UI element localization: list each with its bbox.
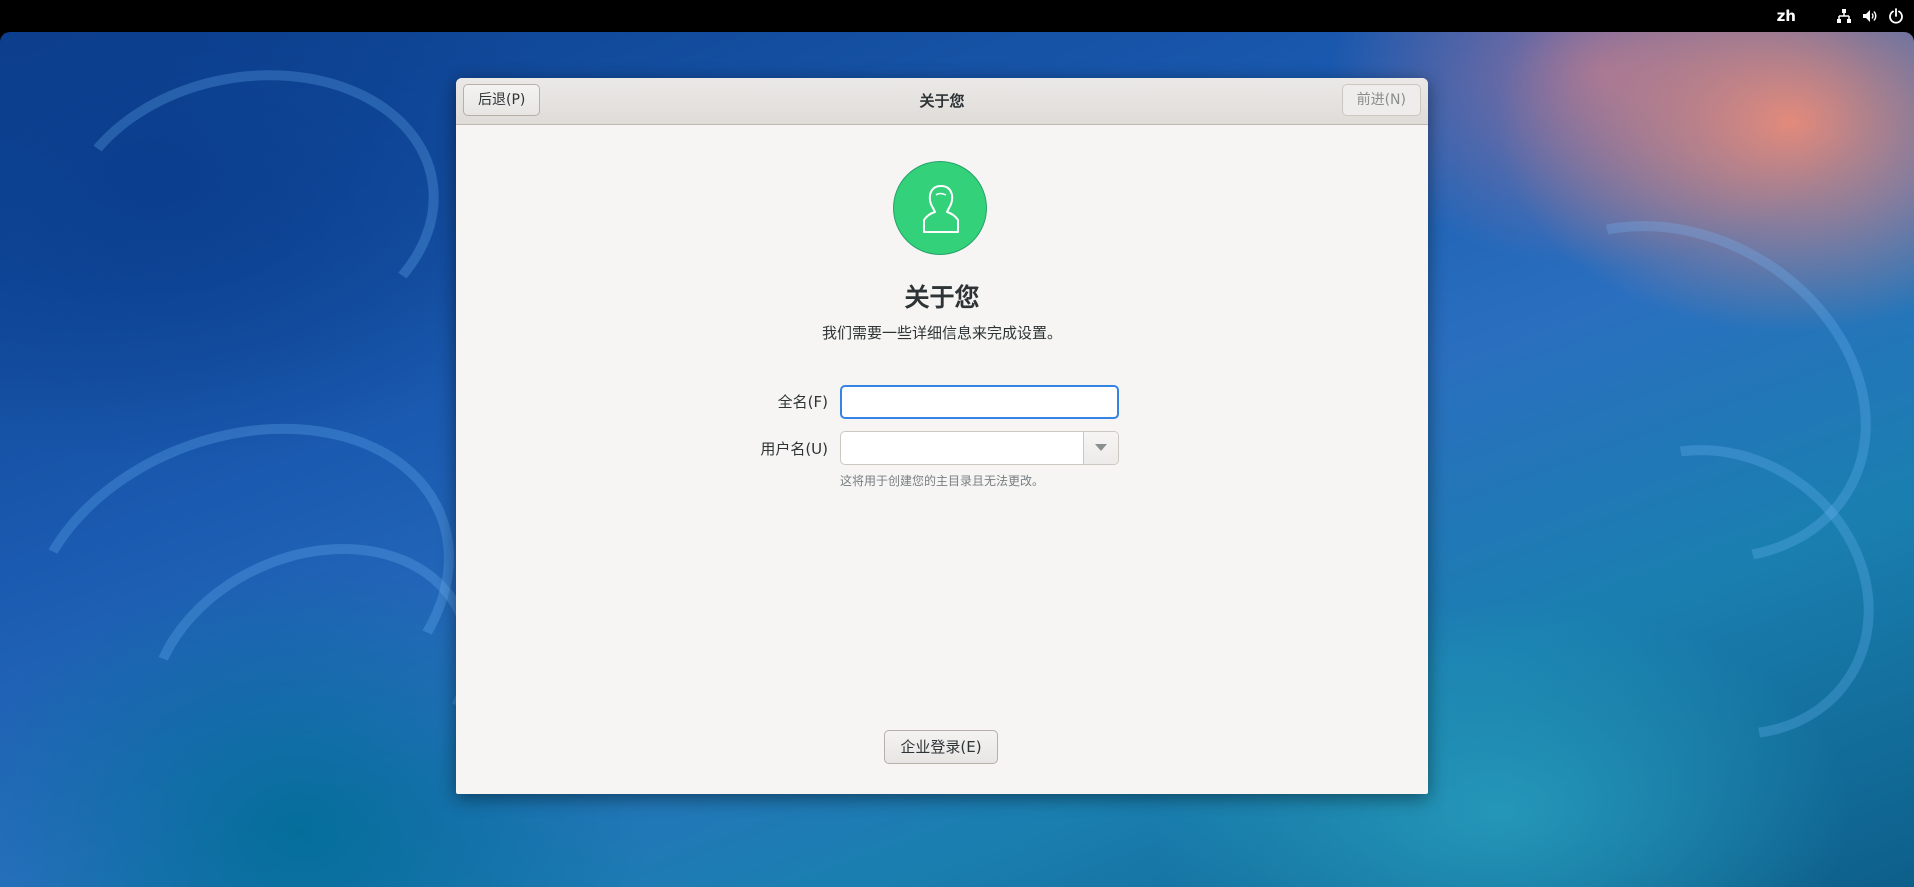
enterprise-login-button[interactable]: 企业登录(E) <box>884 730 998 764</box>
username-label: 用户名(U) <box>760 440 828 458</box>
language-indicator[interactable]: zh <box>1777 0 1796 32</box>
username-dropdown-button[interactable] <box>1083 432 1118 464</box>
power-icon <box>1888 8 1904 24</box>
wallpaper-swirl <box>38 41 462 383</box>
dialog-title: 关于您 <box>919 92 965 110</box>
fullname-input[interactable] <box>840 385 1119 419</box>
system-tray[interactable] <box>1836 0 1904 32</box>
username-hint: 这将用于创建您的主目录且无法更改。 <box>840 474 1045 488</box>
username-input[interactable] <box>841 432 1085 464</box>
user-avatar-icon[interactable] <box>893 161 987 255</box>
username-combo[interactable] <box>840 431 1119 465</box>
network-wired-icon <box>1836 8 1852 24</box>
chevron-down-icon <box>1095 444 1107 451</box>
next-button[interactable]: 前进(N) <box>1341 84 1421 116</box>
speaker-volume-icon <box>1862 8 1878 24</box>
setup-dialog: 后退(P) 关于您 前进(N) 关于您 我们需要一些详细信息来完成设置。 全名(… <box>456 78 1428 794</box>
dialog-header-bar: 后退(P) 关于您 前进(N) <box>456 78 1428 125</box>
page-subheading: 我们需要一些详细信息来完成设置。 <box>821 324 1062 342</box>
fullname-label: 全名(F) <box>777 393 828 411</box>
top-bar: zh <box>0 0 1914 32</box>
page-heading: 关于您 <box>904 283 980 312</box>
